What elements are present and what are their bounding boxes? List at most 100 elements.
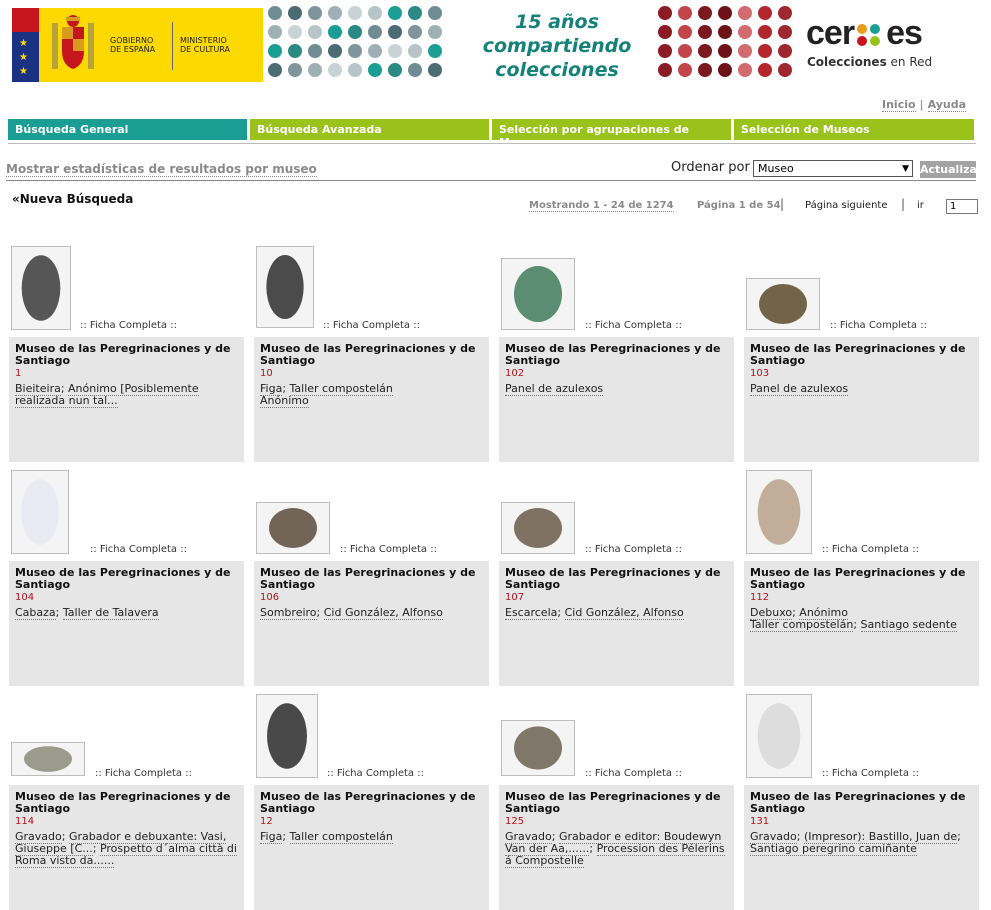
full-record-link[interactable]: :: Ficha Completa :: (323, 320, 420, 331)
result-term-link[interactable]: Panel de azulexos (505, 382, 604, 396)
result-term-link[interactable]: Cid González, Alfonso (323, 606, 443, 620)
full-record-link[interactable]: :: Ficha Completa :: (585, 320, 682, 331)
full-record-link[interactable]: :: Ficha Completa :: (340, 544, 437, 555)
stats-link[interactable]: Mostrar estadísticas de resultados por m… (6, 162, 317, 177)
result-card: Museo de las Peregrinaciones y de Santia… (499, 337, 734, 462)
home-link[interactable]: Inicio (882, 98, 916, 112)
full-record-link[interactable]: :: Ficha Completa :: (95, 768, 192, 779)
slogan: 15 años compartiendo colecciones (482, 11, 632, 81)
result-card: Museo de las Peregrinaciones y de Santia… (9, 785, 244, 910)
result-number: 103 (750, 368, 770, 379)
result-thumbnail[interactable] (501, 720, 575, 776)
full-record-link[interactable]: :: Ficha Completa :: (822, 768, 919, 779)
next-page-link[interactable]: Página siguiente (805, 200, 888, 211)
result-term-link[interactable]: Taller de Talavera (62, 606, 159, 620)
decorative-dot (658, 63, 672, 77)
decorative-dot (778, 6, 792, 20)
decorative-dot (368, 63, 382, 77)
decorative-dot (678, 44, 692, 58)
decorative-dot (308, 63, 322, 77)
result-thumbnail[interactable] (11, 470, 69, 554)
result-card: Museo de las Peregrinaciones y de Santia… (744, 337, 979, 462)
result-number: 12 (260, 816, 273, 827)
decorative-dot (718, 63, 732, 77)
result-description: Sombreiro; Cid González, Alfonso (260, 606, 443, 620)
decorative-dot (268, 44, 282, 58)
pager-separator: | (901, 197, 906, 211)
ceres-dots-icon (854, 22, 886, 46)
decorative-dot (698, 6, 712, 20)
result-museum: Museo de las Peregrinaciones y de Santia… (750, 342, 966, 367)
decorative-dot (308, 44, 322, 58)
decorative-dot (678, 25, 692, 39)
full-record-link[interactable]: :: Ficha Completa :: (822, 544, 919, 555)
result-description: Gravado; Grabador e debuxante: Vasi, Giu… (15, 830, 237, 868)
decorative-dot (428, 44, 442, 58)
tab-museum-groups[interactable]: Selección por agrupaciones de Museos (492, 119, 731, 149)
result-term-link[interactable]: Cid González, Alfonso (564, 606, 684, 620)
result-term-link[interactable]: Santiago peregrino camiñante (750, 842, 917, 856)
result-thumbnail[interactable] (11, 742, 85, 776)
decorative-dot (268, 6, 282, 20)
result-term-link[interactable]: Figa (260, 830, 283, 844)
result-thumbnail[interactable] (256, 694, 318, 778)
result-number: 112 (750, 592, 770, 603)
result-number: 106 (260, 592, 280, 603)
result-card: Museo de las Peregrinaciones y de Santia… (499, 785, 734, 910)
full-record-link[interactable]: :: Ficha Completa :: (327, 768, 424, 779)
result-museum: Museo de las Peregrinaciones y de Santia… (505, 790, 721, 815)
result-term-link[interactable]: Panel de azulexos (750, 382, 849, 396)
result-card: Museo de las Peregrinaciones y de Santia… (744, 785, 979, 910)
decorative-dot (758, 44, 772, 58)
result-term-link[interactable]: Sombreiro (260, 606, 317, 620)
chevron-down-icon: ▼ (902, 164, 909, 174)
result-thumbnail[interactable] (501, 258, 575, 330)
decorative-dot (368, 25, 382, 39)
result-thumbnail[interactable] (746, 278, 820, 330)
decorative-dot (348, 6, 362, 20)
full-record-link[interactable]: :: Ficha Completa :: (585, 544, 682, 555)
government-logo[interactable]: ★ ★ ★ Gobierno de España Ministerio de Cul… (12, 8, 263, 82)
new-search-link[interactable]: «Nueva Búsqueda (12, 192, 133, 206)
page-number-input[interactable] (946, 199, 978, 214)
ceres-logo[interactable]: cer es (806, 14, 923, 53)
main-nav: Búsqueda General Búsqueda Avanzada Selec… (8, 119, 974, 149)
ministry-name: Ministerio de Cultura (180, 36, 231, 54)
order-label: Ordenar por (671, 160, 750, 175)
result-term-link[interactable]: Escarcela (505, 606, 558, 620)
decorative-dot (698, 44, 712, 58)
help-link[interactable]: Ayuda (927, 98, 966, 112)
full-record-link[interactable]: :: Ficha Completa :: (80, 320, 177, 331)
result-thumbnail[interactable] (11, 246, 71, 330)
result-museum: Museo de las Peregrinaciones y de Santia… (260, 790, 476, 815)
result-thumbnail[interactable] (256, 246, 314, 328)
decorative-dot (328, 25, 342, 39)
result-thumbnail[interactable] (746, 694, 812, 778)
tab-museum-selection[interactable]: Selección de Museos (734, 119, 974, 140)
update-button[interactable]: Actualizar (920, 161, 982, 178)
result-term-link[interactable]: Santiago sedente (860, 618, 957, 632)
decorative-dot (738, 6, 752, 20)
decorative-dot (718, 6, 732, 20)
full-record-link[interactable]: :: Ficha Completa :: (585, 768, 682, 779)
result-thumbnail[interactable] (746, 470, 812, 554)
tab-advanced-search[interactable]: Búsqueda Avanzada (250, 119, 489, 140)
tab-general-search[interactable]: Búsqueda General (8, 119, 247, 140)
result-term-link[interactable]: Taller compostelán (289, 830, 393, 844)
order-select[interactable]: Museo ▼ (753, 160, 913, 177)
result-term-link[interactable]: Cabaza (15, 606, 56, 620)
result-term-link[interactable]: Taller compostelán (750, 618, 854, 632)
decorative-dot (348, 63, 362, 77)
full-record-link[interactable]: :: Ficha Completa :: (90, 544, 187, 555)
decorative-dot (268, 63, 282, 77)
decorative-dot (718, 44, 732, 58)
result-card: Museo de las Peregrinaciones y de Santia… (9, 561, 244, 686)
result-description: Cabaza; Taller de Talavera (15, 606, 159, 620)
result-thumbnail[interactable] (501, 502, 575, 554)
result-number: 125 (505, 816, 525, 827)
result-term-link[interactable]: Anónimo (260, 394, 309, 408)
full-record-link[interactable]: :: Ficha Completa :: (830, 320, 927, 331)
result-card: Museo de las Peregrinaciones y de Santia… (254, 561, 489, 686)
result-museum: Museo de las Peregrinaciones y de Santia… (750, 566, 966, 591)
result-thumbnail[interactable] (256, 502, 330, 554)
